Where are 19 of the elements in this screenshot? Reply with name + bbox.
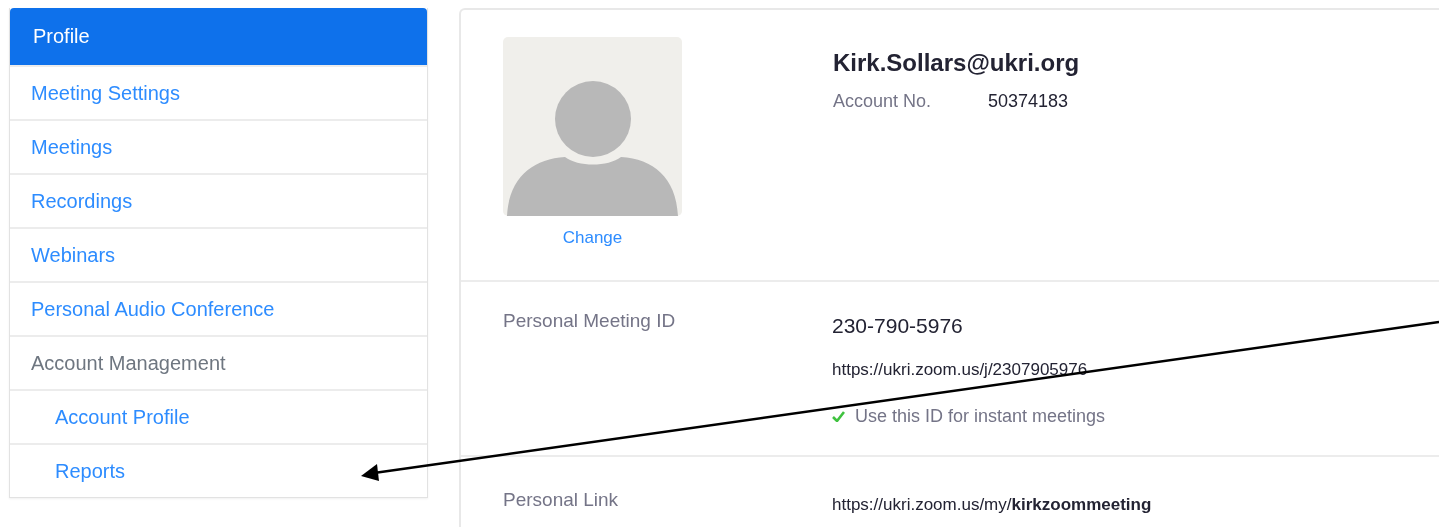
sidebar-item[interactable]: Profile [10, 8, 427, 65]
field-label: Personal Link [503, 489, 620, 512]
sidebar-item[interactable]: Webinars [10, 227, 427, 281]
sidebar-item[interactable]: Meetings [10, 119, 427, 173]
option-label: Use this ID for instant meetings [855, 406, 1106, 427]
field-value: 50374183 [988, 91, 1069, 112]
change-link[interactable]: Change [562, 228, 623, 248]
meeting-url[interactable]: https://ukri.zoom.us/j/2307905976 [832, 360, 1106, 380]
sidebar-item[interactable]: Account Profile [10, 389, 427, 443]
avatar-icon [503, 37, 682, 216]
sidebar-item[interactable]: Recordings [10, 173, 427, 227]
field-label: Account No. [833, 91, 933, 112]
meeting-id: 230-790-5976 [832, 314, 964, 338]
sidebar-heading: Account Management [10, 335, 427, 389]
account-email: Kirk.Sollars@ukri.org [833, 49, 1080, 77]
meeting-url[interactable]: https://ukri.zoom.us/my/kirkzoommeeting [832, 495, 1152, 515]
sidebar-item[interactable]: Personal Audio Conference [10, 281, 427, 335]
sidebar-item[interactable]: Meeting Settings [10, 65, 427, 119]
field-label: Personal Meeting ID [503, 310, 677, 333]
